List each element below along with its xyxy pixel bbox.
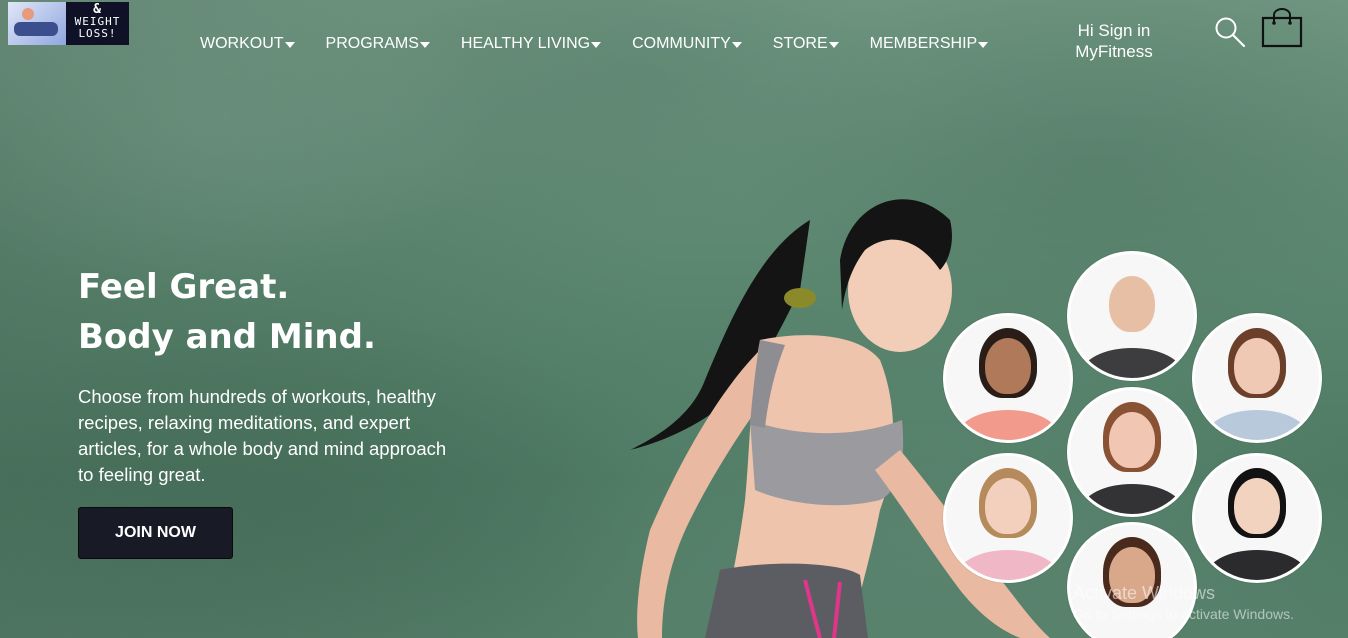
logo-text: & WEIGHT LOSS! bbox=[66, 2, 129, 45]
main-nav: WORKOUT PROGRAMS HEALTHY LIVING COMMUNIT… bbox=[200, 34, 989, 54]
logo-line2: LOSS! bbox=[78, 27, 117, 40]
caret-down-icon bbox=[284, 41, 295, 48]
avatar-body bbox=[958, 550, 1058, 580]
trainer-avatar[interactable] bbox=[1067, 251, 1197, 381]
hero-description: Choose from hundreds of workouts, health… bbox=[78, 386, 447, 485]
nav-item-store[interactable]: STORE bbox=[773, 35, 839, 53]
avatar-face bbox=[1234, 478, 1280, 534]
caret-down-icon bbox=[419, 41, 430, 48]
nav-item-label: HEALTHY LIVING bbox=[460, 35, 591, 52]
avatar-face bbox=[985, 338, 1031, 394]
avatar-face bbox=[985, 478, 1031, 534]
caret-down-icon bbox=[978, 41, 989, 48]
avatar-face bbox=[1109, 412, 1155, 468]
avatar-body bbox=[1082, 348, 1182, 378]
site-logo[interactable]: & WEIGHT LOSS! bbox=[8, 2, 129, 45]
logo-image bbox=[8, 2, 66, 45]
nav-item-community[interactable]: COMMUNITY bbox=[632, 35, 742, 53]
shopping-bag-icon[interactable] bbox=[1260, 8, 1304, 48]
hero-title-line2: Body and Mind. bbox=[78, 317, 376, 357]
trainer-avatar[interactable] bbox=[1067, 387, 1197, 517]
nav-item-programs[interactable]: PROGRAMS bbox=[326, 35, 430, 53]
search-icon[interactable] bbox=[1214, 16, 1246, 48]
watermark-subtitle: Go to Settings to activate Windows. bbox=[1073, 606, 1294, 622]
avatar-body bbox=[1207, 550, 1307, 580]
nav-item-label: COMMUNITY bbox=[632, 35, 731, 52]
nav-item-label: MEMBERSHIP bbox=[869, 35, 978, 52]
hero-title: Feel Great. Body and Mind. bbox=[78, 262, 376, 362]
trainer-avatar[interactable] bbox=[1192, 453, 1322, 583]
caret-down-icon bbox=[591, 41, 602, 48]
join-now-button[interactable]: JOIN NOW bbox=[78, 507, 233, 559]
avatar-body bbox=[958, 410, 1058, 440]
nav-item-label: STORE bbox=[772, 35, 828, 52]
watermark-title: Activate Windows bbox=[1073, 583, 1216, 603]
nav-item-membership[interactable]: MEMBERSHIP bbox=[870, 35, 989, 53]
trainer-avatar[interactable] bbox=[943, 313, 1073, 443]
trainer-avatar[interactable] bbox=[943, 453, 1073, 583]
avatar-face bbox=[1234, 338, 1280, 394]
nav-item-workout[interactable]: WORKOUT bbox=[200, 35, 295, 53]
nav-item-label: PROGRAMS bbox=[325, 35, 419, 52]
avatar-body bbox=[1082, 484, 1182, 514]
nav-item-healthy-living[interactable]: HEALTHY LIVING bbox=[460, 35, 602, 53]
sign-in-line1: Hi Sign in bbox=[1077, 21, 1151, 40]
hero-title-line1: Feel Great. bbox=[78, 267, 290, 307]
caret-down-icon bbox=[828, 41, 839, 48]
avatar-body bbox=[1207, 410, 1307, 440]
caret-down-icon bbox=[731, 41, 742, 48]
trainer-avatar[interactable] bbox=[1192, 313, 1322, 443]
avatar-face bbox=[1109, 276, 1155, 332]
nav-item-label: WORKOUT bbox=[200, 35, 284, 52]
sign-in-link[interactable]: Hi Sign in MyFitness bbox=[1066, 20, 1162, 62]
sign-in-line2: MyFitness bbox=[1075, 42, 1153, 61]
activate-windows-watermark: Activate Windows Go to Settings to activ… bbox=[1073, 582, 1294, 624]
